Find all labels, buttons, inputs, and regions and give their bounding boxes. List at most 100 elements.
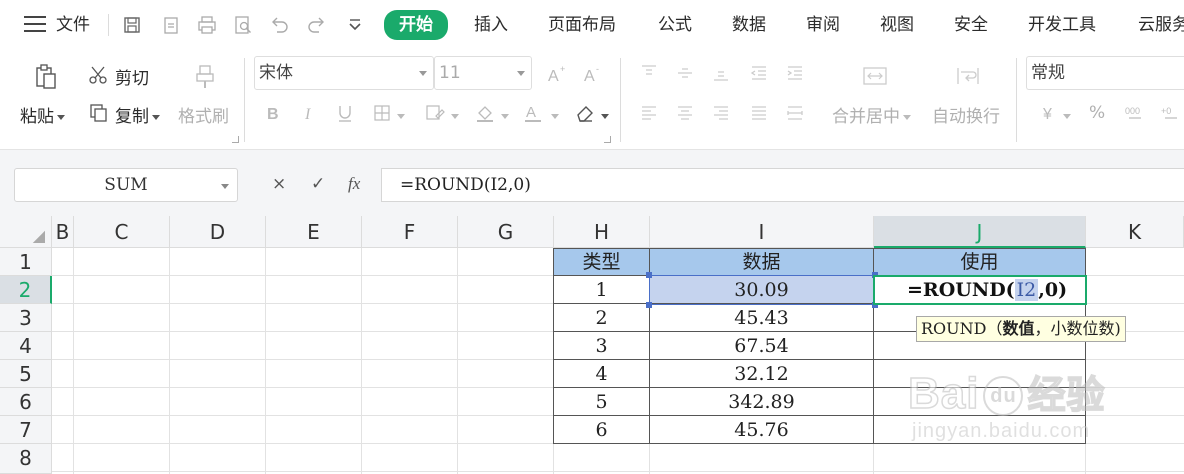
scissors-icon[interactable] [88, 64, 110, 86]
row-header-3[interactable]: 3 [0, 304, 52, 332]
undo-icon[interactable] [268, 14, 290, 36]
chevron-down-icon[interactable] [1060, 102, 1071, 124]
underline-icon[interactable] [334, 102, 356, 124]
customize-toolbar-icon[interactable] [344, 14, 366, 36]
active-cell-editor[interactable]: =ROUND(I2,0) [873, 275, 1087, 305]
align-left-icon[interactable] [638, 102, 660, 124]
tab-formulas[interactable]: 公式 [658, 12, 692, 38]
column-header-g[interactable]: G [458, 216, 554, 248]
align-right-icon[interactable] [710, 102, 732, 124]
wrap-text-icon[interactable] [955, 64, 981, 88]
increase-indent-icon[interactable] [784, 62, 806, 84]
table-cell-type[interactable]: 2 [554, 304, 650, 332]
table-cell-type[interactable]: 6 [554, 416, 650, 444]
clipboard-group-launcher-icon[interactable] [232, 136, 239, 143]
increase-font-icon[interactable]: A + [546, 63, 568, 85]
font-size-select[interactable]: 11 [434, 56, 532, 90]
tab-review[interactable]: 审阅 [806, 12, 840, 38]
file-menu[interactable]: 文件 [56, 10, 90, 40]
column-header-j[interactable]: J [874, 216, 1086, 248]
table-cell-type[interactable]: 1 [554, 276, 650, 304]
column-header-c[interactable]: C [74, 216, 170, 248]
selection-handle[interactable] [646, 302, 652, 308]
row-header-1[interactable]: 1 [0, 248, 52, 276]
borders-icon[interactable] [372, 102, 394, 124]
cell-style-icon[interactable] [424, 102, 446, 124]
chevron-down-icon[interactable] [394, 102, 405, 124]
merge-center-button[interactable]: 合并居中 [832, 102, 911, 127]
name-box[interactable]: SUM [14, 168, 238, 202]
column-header-e[interactable]: E [266, 216, 362, 248]
chevron-down-icon[interactable] [448, 102, 459, 124]
table-cell-data[interactable]: 45.43 [650, 304, 874, 332]
table-cell-data[interactable]: 67.54 [650, 332, 874, 360]
save-icon[interactable] [121, 14, 143, 36]
format-painter-icon[interactable] [194, 64, 216, 90]
table-cell-data[interactable]: 32.12 [650, 360, 874, 388]
confirm-formula-button[interactable]: ✓ [311, 174, 325, 194]
export-icon[interactable] [160, 14, 182, 36]
row-header-4[interactable]: 4 [0, 332, 52, 360]
align-bottom-icon[interactable] [710, 62, 732, 84]
row-header-5[interactable]: 5 [0, 360, 52, 388]
paste-button[interactable]: 粘贴 [20, 102, 65, 127]
print-icon[interactable] [196, 14, 218, 36]
tab-security[interactable]: 安全 [954, 12, 988, 38]
print-preview-icon[interactable] [232, 14, 254, 36]
select-all-corner[interactable]: ◢ [0, 216, 52, 248]
column-header-d[interactable]: D [170, 216, 266, 248]
table-cell-data[interactable]: 45.76 [650, 416, 874, 444]
number-format-select[interactable]: 常规 [1026, 56, 1184, 90]
table-header-data[interactable]: 数据 [650, 249, 874, 276]
italic-icon[interactable]: I [298, 102, 320, 124]
align-center-icon[interactable] [674, 102, 696, 124]
fill-color-icon[interactable] [474, 102, 496, 124]
chevron-down-icon[interactable] [548, 102, 559, 124]
table-header-type[interactable]: 类型 [554, 249, 650, 276]
table-cell-type[interactable]: 5 [554, 388, 650, 416]
tab-cloud-service[interactable]: 云服务 [1138, 12, 1184, 38]
cut-button[interactable]: 剪切 [115, 64, 149, 89]
table-cell-data[interactable]: 342.89 [650, 388, 874, 416]
font-name-select[interactable]: 宋体 [254, 56, 434, 90]
table-cell-type[interactable]: 4 [554, 360, 650, 388]
column-header-i[interactable]: I [650, 216, 874, 248]
column-header-f[interactable]: F [362, 216, 458, 248]
font-color-icon[interactable]: A [522, 102, 544, 124]
selection-handle[interactable] [646, 272, 652, 278]
redo-icon[interactable] [306, 14, 328, 36]
eraser-icon[interactable] [574, 102, 596, 124]
tab-data[interactable]: 数据 [732, 12, 766, 38]
tab-view[interactable]: 视图 [880, 12, 914, 38]
align-middle-icon[interactable] [674, 62, 696, 84]
column-header-k[interactable]: K [1086, 216, 1184, 248]
tab-insert[interactable]: 插入 [474, 12, 508, 38]
tab-page-layout[interactable]: 页面布局 [548, 12, 616, 38]
chevron-down-icon[interactable] [498, 102, 509, 124]
copy-icon[interactable] [88, 102, 110, 124]
tab-developer[interactable]: 开发工具 [1028, 12, 1096, 38]
table-cell-type[interactable]: 3 [554, 332, 650, 360]
wrap-text-button[interactable]: 自动换行 [932, 102, 1000, 127]
align-top-icon[interactable] [638, 62, 660, 84]
justify-icon[interactable] [748, 102, 770, 124]
cancel-formula-button[interactable]: × [272, 174, 286, 194]
tab-home[interactable]: 开始 [384, 10, 448, 40]
font-group-launcher-icon[interactable] [604, 136, 611, 143]
copy-button[interactable]: 复制 [115, 102, 160, 127]
distributed-icon[interactable] [784, 102, 806, 124]
insert-function-button[interactable]: fx [348, 174, 360, 194]
increase-decimal-icon[interactable]: +0 [1160, 102, 1182, 124]
bold-icon[interactable]: B [262, 102, 284, 124]
column-header-b[interactable]: B [52, 216, 74, 248]
merge-center-icon[interactable] [862, 64, 888, 88]
paste-icon[interactable] [34, 64, 58, 90]
column-header-h[interactable]: H [554, 216, 650, 248]
hamburger-menu-icon[interactable] [24, 15, 46, 33]
percent-button[interactable]: % [1089, 103, 1105, 123]
formula-input[interactable]: =ROUND(I2,0) [381, 168, 1184, 202]
table-header-usage[interactable]: 使用 [874, 249, 1086, 276]
row-header-8[interactable]: 8 [0, 444, 52, 474]
decrease-font-icon[interactable]: A- [582, 63, 604, 85]
currency-icon[interactable]: ¥ [1040, 102, 1062, 124]
